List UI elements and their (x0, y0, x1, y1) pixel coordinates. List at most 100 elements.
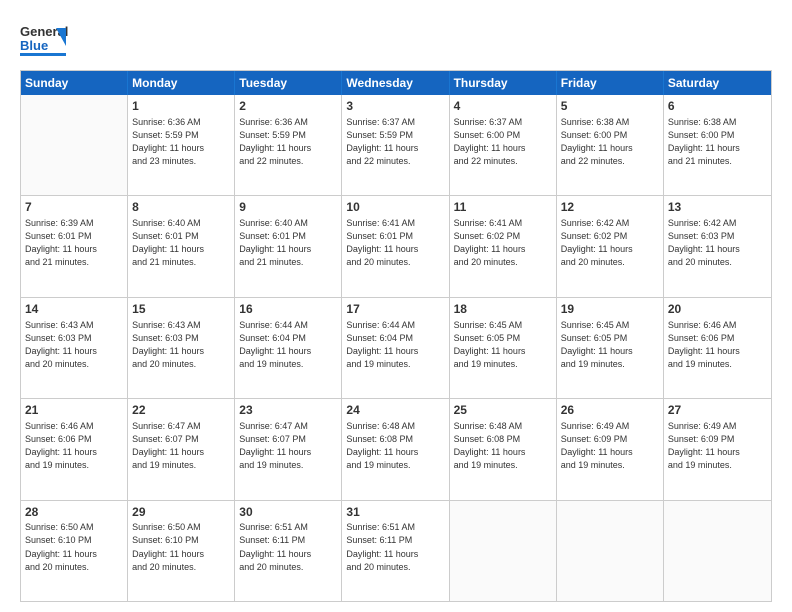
cell-info: Sunrise: 6:43 AM Sunset: 6:03 PM Dayligh… (25, 319, 123, 371)
cell-info: Sunrise: 6:49 AM Sunset: 6:09 PM Dayligh… (561, 420, 659, 472)
calendar-header: SundayMondayTuesdayWednesdayThursdayFrid… (21, 71, 771, 95)
day-number: 21 (25, 402, 123, 419)
day-number: 8 (132, 199, 230, 216)
logo: General Blue (20, 18, 72, 62)
calendar-cell: 7Sunrise: 6:39 AM Sunset: 6:01 PM Daylig… (21, 196, 128, 296)
day-number: 12 (561, 199, 659, 216)
calendar-cell: 19Sunrise: 6:45 AM Sunset: 6:05 PM Dayli… (557, 298, 664, 398)
day-number: 24 (346, 402, 444, 419)
cell-info: Sunrise: 6:38 AM Sunset: 6:00 PM Dayligh… (668, 116, 767, 168)
svg-text:Blue: Blue (20, 38, 48, 53)
day-number: 30 (239, 504, 337, 521)
calendar-cell: 23Sunrise: 6:47 AM Sunset: 6:07 PM Dayli… (235, 399, 342, 499)
cell-info: Sunrise: 6:46 AM Sunset: 6:06 PM Dayligh… (25, 420, 123, 472)
calendar-cell: 29Sunrise: 6:50 AM Sunset: 6:10 PM Dayli… (128, 501, 235, 601)
day-number: 13 (668, 199, 767, 216)
weekday-header: Thursday (450, 71, 557, 95)
calendar-cell (450, 501, 557, 601)
day-number: 6 (668, 98, 767, 115)
calendar-cell: 14Sunrise: 6:43 AM Sunset: 6:03 PM Dayli… (21, 298, 128, 398)
day-number: 18 (454, 301, 552, 318)
cell-info: Sunrise: 6:42 AM Sunset: 6:02 PM Dayligh… (561, 217, 659, 269)
day-number: 31 (346, 504, 444, 521)
day-number: 3 (346, 98, 444, 115)
cell-info: Sunrise: 6:40 AM Sunset: 6:01 PM Dayligh… (132, 217, 230, 269)
calendar-cell: 31Sunrise: 6:51 AM Sunset: 6:11 PM Dayli… (342, 501, 449, 601)
cell-info: Sunrise: 6:45 AM Sunset: 6:05 PM Dayligh… (454, 319, 552, 371)
day-number: 28 (25, 504, 123, 521)
calendar-cell: 15Sunrise: 6:43 AM Sunset: 6:03 PM Dayli… (128, 298, 235, 398)
calendar-cell: 13Sunrise: 6:42 AM Sunset: 6:03 PM Dayli… (664, 196, 771, 296)
cell-info: Sunrise: 6:49 AM Sunset: 6:09 PM Dayligh… (668, 420, 767, 472)
day-number: 27 (668, 402, 767, 419)
day-number: 7 (25, 199, 123, 216)
day-number: 11 (454, 199, 552, 216)
cell-info: Sunrise: 6:36 AM Sunset: 5:59 PM Dayligh… (239, 116, 337, 168)
cell-info: Sunrise: 6:45 AM Sunset: 6:05 PM Dayligh… (561, 319, 659, 371)
calendar-cell: 2Sunrise: 6:36 AM Sunset: 5:59 PM Daylig… (235, 95, 342, 195)
calendar-cell: 25Sunrise: 6:48 AM Sunset: 6:08 PM Dayli… (450, 399, 557, 499)
cell-info: Sunrise: 6:44 AM Sunset: 6:04 PM Dayligh… (346, 319, 444, 371)
cell-info: Sunrise: 6:44 AM Sunset: 6:04 PM Dayligh… (239, 319, 337, 371)
cell-info: Sunrise: 6:47 AM Sunset: 6:07 PM Dayligh… (239, 420, 337, 472)
calendar-cell (21, 95, 128, 195)
calendar-row: 14Sunrise: 6:43 AM Sunset: 6:03 PM Dayli… (21, 298, 771, 399)
calendar-cell: 24Sunrise: 6:48 AM Sunset: 6:08 PM Dayli… (342, 399, 449, 499)
cell-info: Sunrise: 6:38 AM Sunset: 6:00 PM Dayligh… (561, 116, 659, 168)
calendar-cell: 8Sunrise: 6:40 AM Sunset: 6:01 PM Daylig… (128, 196, 235, 296)
calendar-cell: 27Sunrise: 6:49 AM Sunset: 6:09 PM Dayli… (664, 399, 771, 499)
calendar-cell: 18Sunrise: 6:45 AM Sunset: 6:05 PM Dayli… (450, 298, 557, 398)
cell-info: Sunrise: 6:36 AM Sunset: 5:59 PM Dayligh… (132, 116, 230, 168)
day-number: 4 (454, 98, 552, 115)
weekday-header: Wednesday (342, 71, 449, 95)
calendar-cell: 4Sunrise: 6:37 AM Sunset: 6:00 PM Daylig… (450, 95, 557, 195)
day-number: 9 (239, 199, 337, 216)
day-number: 26 (561, 402, 659, 419)
cell-info: Sunrise: 6:41 AM Sunset: 6:01 PM Dayligh… (346, 217, 444, 269)
calendar-cell: 26Sunrise: 6:49 AM Sunset: 6:09 PM Dayli… (557, 399, 664, 499)
weekday-header: Tuesday (235, 71, 342, 95)
weekday-header: Monday (128, 71, 235, 95)
cell-info: Sunrise: 6:50 AM Sunset: 6:10 PM Dayligh… (25, 521, 123, 573)
cell-info: Sunrise: 6:41 AM Sunset: 6:02 PM Dayligh… (454, 217, 552, 269)
day-number: 19 (561, 301, 659, 318)
day-number: 15 (132, 301, 230, 318)
weekday-header: Saturday (664, 71, 771, 95)
logo-icon: General Blue (20, 18, 72, 62)
calendar-cell: 21Sunrise: 6:46 AM Sunset: 6:06 PM Dayli… (21, 399, 128, 499)
calendar-cell: 20Sunrise: 6:46 AM Sunset: 6:06 PM Dayli… (664, 298, 771, 398)
calendar: SundayMondayTuesdayWednesdayThursdayFrid… (20, 70, 772, 602)
cell-info: Sunrise: 6:50 AM Sunset: 6:10 PM Dayligh… (132, 521, 230, 573)
day-number: 10 (346, 199, 444, 216)
cell-info: Sunrise: 6:48 AM Sunset: 6:08 PM Dayligh… (346, 420, 444, 472)
day-number: 29 (132, 504, 230, 521)
day-number: 2 (239, 98, 337, 115)
calendar-cell: 28Sunrise: 6:50 AM Sunset: 6:10 PM Dayli… (21, 501, 128, 601)
cell-info: Sunrise: 6:43 AM Sunset: 6:03 PM Dayligh… (132, 319, 230, 371)
calendar-cell: 30Sunrise: 6:51 AM Sunset: 6:11 PM Dayli… (235, 501, 342, 601)
calendar-cell: 22Sunrise: 6:47 AM Sunset: 6:07 PM Dayli… (128, 399, 235, 499)
day-number: 23 (239, 402, 337, 419)
calendar-cell (557, 501, 664, 601)
calendar-cell: 6Sunrise: 6:38 AM Sunset: 6:00 PM Daylig… (664, 95, 771, 195)
calendar-row: 1Sunrise: 6:36 AM Sunset: 5:59 PM Daylig… (21, 95, 771, 196)
cell-info: Sunrise: 6:46 AM Sunset: 6:06 PM Dayligh… (668, 319, 767, 371)
cell-info: Sunrise: 6:37 AM Sunset: 5:59 PM Dayligh… (346, 116, 444, 168)
calendar-cell: 11Sunrise: 6:41 AM Sunset: 6:02 PM Dayli… (450, 196, 557, 296)
day-number: 1 (132, 98, 230, 115)
calendar-cell: 17Sunrise: 6:44 AM Sunset: 6:04 PM Dayli… (342, 298, 449, 398)
cell-info: Sunrise: 6:51 AM Sunset: 6:11 PM Dayligh… (239, 521, 337, 573)
header: General Blue (20, 18, 772, 62)
day-number: 17 (346, 301, 444, 318)
cell-info: Sunrise: 6:48 AM Sunset: 6:08 PM Dayligh… (454, 420, 552, 472)
day-number: 5 (561, 98, 659, 115)
calendar-cell: 1Sunrise: 6:36 AM Sunset: 5:59 PM Daylig… (128, 95, 235, 195)
calendar-cell: 10Sunrise: 6:41 AM Sunset: 6:01 PM Dayli… (342, 196, 449, 296)
calendar-row: 28Sunrise: 6:50 AM Sunset: 6:10 PM Dayli… (21, 501, 771, 601)
calendar-row: 7Sunrise: 6:39 AM Sunset: 6:01 PM Daylig… (21, 196, 771, 297)
calendar-cell: 12Sunrise: 6:42 AM Sunset: 6:02 PM Dayli… (557, 196, 664, 296)
calendar-cell: 9Sunrise: 6:40 AM Sunset: 6:01 PM Daylig… (235, 196, 342, 296)
calendar-cell: 5Sunrise: 6:38 AM Sunset: 6:00 PM Daylig… (557, 95, 664, 195)
cell-info: Sunrise: 6:51 AM Sunset: 6:11 PM Dayligh… (346, 521, 444, 573)
cell-info: Sunrise: 6:37 AM Sunset: 6:00 PM Dayligh… (454, 116, 552, 168)
